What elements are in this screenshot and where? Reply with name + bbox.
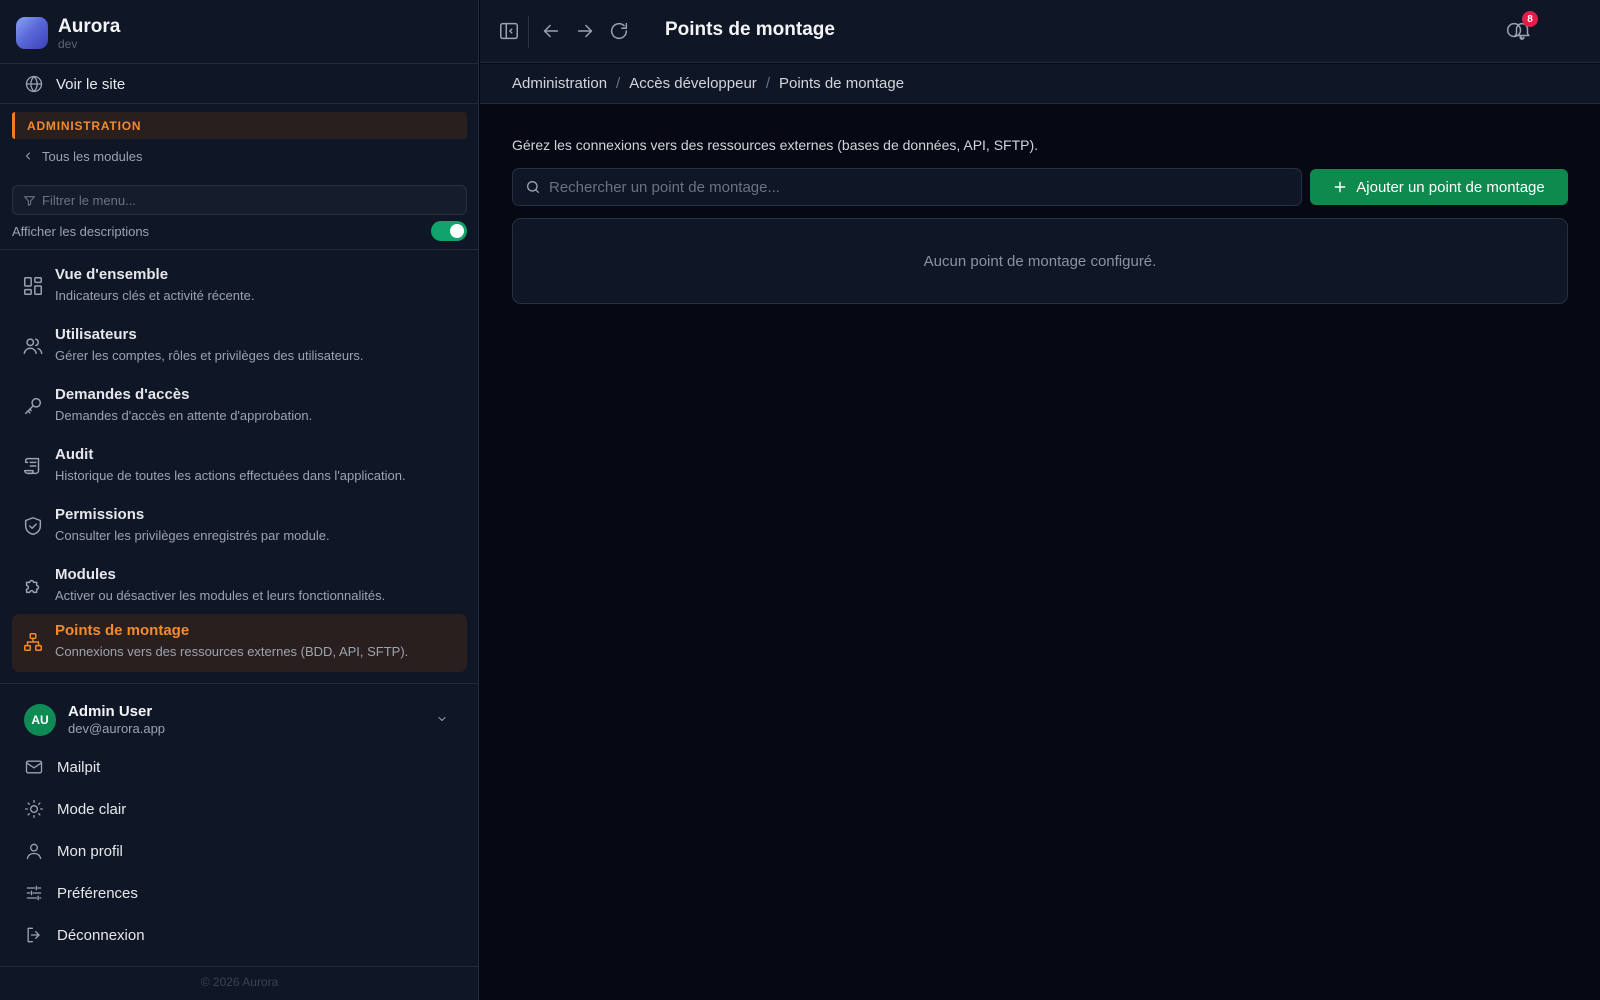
section-admin-banner: ADMINISTRATION bbox=[12, 112, 467, 139]
users-icon bbox=[22, 335, 44, 357]
sun-icon bbox=[24, 799, 44, 819]
add-mount-point-label: Ajouter un point de montage bbox=[1356, 178, 1545, 196]
light-mode-label: Mode clair bbox=[57, 800, 127, 818]
main-content: Points de montage 8 Administration / Acc… bbox=[480, 0, 1600, 1000]
profile-label: Mon profil bbox=[57, 842, 123, 860]
sliders-icon bbox=[24, 883, 44, 903]
nav-item-audit[interactable]: Audit Historique de toutes les actions e… bbox=[12, 438, 467, 496]
refresh-icon[interactable] bbox=[608, 20, 630, 42]
nav-item-desc: Historique de toutes les actions effectu… bbox=[55, 468, 406, 483]
top-bar: Points de montage 8 bbox=[480, 0, 1600, 63]
add-mount-point-button[interactable]: Ajouter un point de montage bbox=[1310, 169, 1568, 205]
nav-item-title: Points de montage bbox=[55, 622, 190, 639]
user-icon bbox=[24, 841, 44, 861]
mailpit-link[interactable]: Mailpit bbox=[24, 755, 100, 779]
menu-filter bbox=[12, 185, 467, 215]
page-description: Gérez les connexions vers des ressources… bbox=[512, 137, 1039, 153]
filter-icon bbox=[23, 194, 36, 207]
puzzle-icon bbox=[22, 575, 44, 597]
notifications-badge: 8 bbox=[1522, 11, 1538, 27]
back-arrow-icon[interactable] bbox=[540, 20, 562, 42]
logout-label: Déconnexion bbox=[57, 926, 145, 944]
scroll-icon bbox=[22, 455, 44, 477]
breadcrumb-administration[interactable]: Administration bbox=[512, 75, 607, 92]
view-site-label: Voir le site bbox=[56, 75, 126, 93]
brand-env: dev bbox=[58, 36, 78, 51]
page-title: Points de montage bbox=[665, 19, 835, 40]
user-menu[interactable]: AU Admin User dev@aurora.app bbox=[24, 703, 456, 737]
nav-item-desc: Demandes d'accès en attente d'approbatio… bbox=[55, 408, 313, 423]
logout-link[interactable]: Déconnexion bbox=[24, 923, 145, 947]
forward-arrow-icon[interactable] bbox=[574, 20, 596, 42]
chevron-left-icon bbox=[22, 150, 34, 162]
user-name: Admin User bbox=[68, 703, 153, 721]
brand[interactable]: Aurora dev bbox=[16, 16, 456, 50]
chevron-down-icon bbox=[436, 713, 448, 725]
profile-link[interactable]: Mon profil bbox=[24, 839, 123, 863]
plus-icon bbox=[1333, 180, 1347, 194]
breadcrumb-developer-access[interactable]: Accès développeur bbox=[629, 75, 757, 92]
nav-item-desc: Indicateurs clés et activité récente. bbox=[55, 288, 255, 303]
network-icon bbox=[22, 631, 44, 653]
preferences-label: Préférences bbox=[57, 884, 138, 902]
sidebar: Aurora dev Voir le site ADMINISTRATION T… bbox=[0, 0, 479, 1000]
logout-icon bbox=[24, 925, 44, 945]
aurora-logo-icon bbox=[16, 17, 48, 49]
nav-item-mount-points[interactable]: Points de montage Connexions vers des re… bbox=[12, 614, 467, 672]
nav-item-title: Vue d'ensemble bbox=[55, 266, 169, 283]
breadcrumb-separator: / bbox=[765, 75, 770, 92]
all-modules-link[interactable]: Tous les modules bbox=[22, 147, 142, 165]
copyright: © 2026 Aurora bbox=[200, 975, 279, 989]
preferences-link[interactable]: Préférences bbox=[24, 881, 138, 905]
nav-item-overview[interactable]: Vue d'ensemble Indicateurs clés et activ… bbox=[12, 258, 467, 316]
nav-item-desc: Consulter les privilèges enregistrés par… bbox=[55, 528, 330, 543]
breadcrumb: Administration / Accès développeur / Poi… bbox=[480, 64, 1600, 104]
nav-item-desc: Activer ou désactiver les modules et leu… bbox=[55, 588, 386, 603]
avatar: AU bbox=[24, 704, 56, 736]
empty-state-message: Aucun point de montage configuré. bbox=[923, 252, 1157, 270]
nav-item-desc: Gérer les comptes, rôles et privilèges d… bbox=[55, 348, 364, 363]
descriptions-toggle[interactable] bbox=[431, 221, 467, 241]
nav-item-access-requests[interactable]: Demandes d'accès Demandes d'accès en att… bbox=[12, 378, 467, 436]
nav-item-desc: Connexions vers des ressources externes … bbox=[55, 644, 409, 659]
light-mode-toggle[interactable]: Mode clair bbox=[24, 797, 126, 821]
divider bbox=[528, 16, 529, 48]
brand-name: Aurora bbox=[58, 15, 121, 37]
breadcrumb-separator: / bbox=[616, 75, 621, 92]
view-site-link[interactable]: Voir le site bbox=[24, 72, 125, 96]
nav-item-title: Audit bbox=[55, 446, 94, 463]
nav-item-title: Utilisateurs bbox=[55, 326, 137, 343]
search-icon bbox=[525, 179, 541, 195]
divider bbox=[0, 683, 479, 684]
descriptions-toggle-label: Afficher les descriptions bbox=[12, 223, 150, 239]
mail-icon bbox=[24, 757, 44, 777]
nav-item-permissions[interactable]: Permissions Consulter les privilèges enr… bbox=[12, 498, 467, 556]
mount-point-search bbox=[512, 168, 1302, 206]
key-icon bbox=[22, 395, 44, 417]
nav-item-users[interactable]: Utilisateurs Gérer les comptes, rôles et… bbox=[12, 318, 467, 376]
divider bbox=[0, 249, 479, 250]
descriptions-toggle-row: Afficher les descriptions bbox=[12, 221, 467, 241]
divider bbox=[0, 63, 479, 64]
nav-item-modules[interactable]: Modules Activer ou désactiver les module… bbox=[12, 558, 467, 616]
toggle-knob bbox=[450, 224, 464, 238]
sidebar-toggle-icon[interactable] bbox=[498, 20, 520, 42]
nav-item-title: Demandes d'accès bbox=[55, 386, 190, 403]
mount-point-search-input[interactable] bbox=[549, 178, 1289, 196]
all-modules-label: Tous les modules bbox=[42, 148, 143, 164]
menu-filter-input[interactable] bbox=[42, 192, 442, 208]
breadcrumb-current: Points de montage bbox=[778, 75, 905, 92]
shield-icon bbox=[22, 515, 44, 537]
globe-icon bbox=[24, 74, 44, 94]
user-email: dev@aurora.app bbox=[68, 721, 166, 737]
empty-state: Aucun point de montage configuré. bbox=[512, 218, 1568, 304]
mailpit-label: Mailpit bbox=[57, 758, 101, 776]
dashboard-icon bbox=[22, 275, 44, 297]
nav-item-title: Modules bbox=[55, 566, 116, 583]
divider bbox=[0, 103, 479, 104]
nav-item-title: Permissions bbox=[55, 506, 145, 523]
divider bbox=[0, 966, 479, 967]
